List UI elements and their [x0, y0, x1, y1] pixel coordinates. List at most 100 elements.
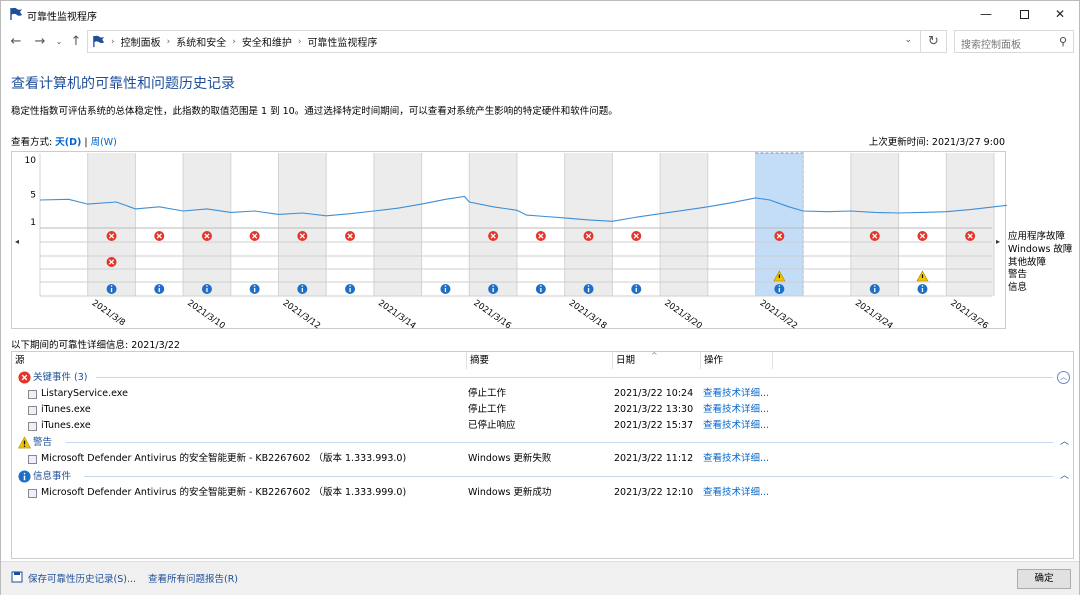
back-button[interactable]: ← — [7, 33, 25, 51]
y-tick-label: 10 — [25, 156, 37, 166]
app-icon — [28, 406, 37, 415]
breadcrumb-control-panel[interactable]: 控制面板 — [121, 34, 161, 49]
up-button[interactable]: ↑ — [67, 33, 85, 51]
close-button[interactable]: ✕ — [1037, 1, 1080, 27]
reliability-chart-svg: 10 5 1 2021/3/8 2021/3/10 2021/3/12 2021/3/14 2… — [15, 152, 1007, 330]
date-tick-label: 2021/3/10 — [185, 298, 226, 330]
address-row: ← → ⌄ ↑ › 控制面板 › 系统和安全 › 安全和维护 › 可靠性监视程序… — [1, 29, 1079, 55]
breadcrumb-separator: › — [232, 36, 236, 47]
row-label-windows-failures: Windows 故障 — [1008, 243, 1073, 255]
flag-icon — [10, 7, 22, 20]
collapse-icon[interactable]: ︿ — [1060, 434, 1069, 451]
info-icon-dot — [253, 285, 256, 287]
info-icon-dot — [635, 285, 638, 287]
cell-source: Microsoft Defender Antivirus 的安全智能更新 - K… — [41, 487, 407, 498]
info-icon-dot — [206, 285, 208, 287]
group-label: 信息事件 — [33, 471, 72, 482]
date-tick-label: 2021/3/18 — [567, 298, 608, 330]
cell-source: iTunes.exe — [41, 420, 91, 431]
group-label: 关键事件 (3) — [33, 372, 88, 383]
info-icon-dot — [778, 285, 781, 287]
column-header-date-label: 日期 — [616, 355, 636, 366]
date-tick-label: 2021/3/14 — [376, 298, 417, 330]
save-history-link[interactable]: 保存可靠性历史记录(S)... — [28, 571, 136, 585]
date-tick-label: 2021/3/24 — [853, 298, 894, 330]
view-all-reports-link[interactable]: 查看所有问题报告(R) — [148, 571, 238, 585]
table-row[interactable]: Microsoft Defender Antivirus 的安全智能更新 - K… — [12, 451, 1073, 467]
cell-summary: Windows 更新失败 — [468, 453, 552, 464]
refresh-button[interactable]: ↻ — [921, 30, 947, 53]
table-row[interactable]: Microsoft Defender Antivirus 的安全智能更新 - K… — [12, 485, 1073, 501]
details-title: 以下期间的可靠性详细信息: 2021/3/22 — [11, 340, 180, 351]
breadcrumb-reliability-monitor[interactable]: 可靠性监视程序 — [307, 34, 377, 49]
info-icon-dot — [110, 285, 113, 287]
cell-summary: Windows 更新成功 — [468, 487, 552, 498]
group-critical-events[interactable]: 关键事件 (3) ︿ — [12, 369, 1073, 386]
save-icon — [11, 571, 23, 583]
collapse-icon[interactable]: ︿ — [1060, 468, 1069, 485]
table-row[interactable]: ListaryService.exe 停止工作 2021/3/22 10:24 … — [12, 386, 1073, 402]
page-description: 稳定性指数可评估系统的总体稳定性，此指数的取值范围是 1 到 10。通过选择特定… — [11, 106, 618, 117]
info-icon-dot — [301, 285, 304, 287]
y-tick-label: 1 — [30, 218, 36, 228]
day-column-shade — [183, 153, 231, 296]
info-icon-dot — [921, 285, 924, 287]
scroll-right-icon[interactable]: ▸ — [996, 237, 1000, 246]
row-label-other-failures: 其他故障 — [1008, 256, 1047, 268]
view-by-separator: | — [84, 137, 88, 148]
view-by-week-link[interactable]: 周(W) — [91, 137, 117, 148]
app-icon — [28, 390, 37, 399]
refresh-icon: ↻ — [928, 34, 939, 49]
table-row[interactable]: iTunes.exe 已停止响应 2021/3/22 15:37 查看技术详细.… — [12, 418, 1073, 434]
app-icon — [28, 422, 37, 431]
view-by-label: 查看方式: — [11, 137, 53, 148]
warning-icon — [18, 436, 31, 449]
search-input[interactable]: 搜索控制面板 ⚲ — [954, 30, 1074, 53]
table-row[interactable]: iTunes.exe 停止工作 2021/3/22 13:30 查看技术详细..… — [12, 402, 1073, 418]
maximize-icon — [1019, 9, 1029, 19]
cell-summary: 停止工作 — [468, 404, 507, 415]
forward-arrow-icon: → — [34, 34, 46, 49]
breadcrumb-system-security[interactable]: 系统和安全 — [176, 34, 226, 49]
breadcrumb-separator: › — [297, 36, 302, 47]
search-icon: ⚲ — [1058, 35, 1067, 48]
info-icon-dot — [158, 285, 161, 287]
recent-pages-button[interactable]: ⌄ — [50, 33, 68, 51]
title-bar: 可靠性监视程序 — ✕ — [1, 1, 1079, 27]
close-icon: ✕ — [1054, 7, 1066, 21]
cell-date: 2021/3/22 11:12 — [614, 453, 694, 464]
group-info-events[interactable]: 信息事件 ︿ — [12, 468, 1073, 485]
breadcrumb-security-maintenance[interactable]: 安全和维护 — [242, 34, 292, 49]
view-technical-details-link[interactable]: 查看技术详细... — [703, 451, 769, 467]
address-bar[interactable]: › 控制面板 › 系统和安全 › 安全和维护 › 可靠性监视程序 ⌄ — [87, 30, 921, 53]
ok-button[interactable]: 确定 — [1017, 569, 1071, 589]
last-updated: 上次更新时间: 2021/3/27 9:00 — [868, 137, 1005, 148]
column-header-source[interactable]: 源 — [12, 352, 467, 369]
address-dropdown-icon[interactable]: ⌄ — [904, 35, 912, 45]
forward-button[interactable]: → — [31, 33, 49, 51]
group-warnings[interactable]: 警告 ︿ — [12, 434, 1073, 451]
scroll-left-icon[interactable]: ◂ — [15, 237, 19, 246]
reliability-chart[interactable]: 10 5 1 2021/3/8 2021/3/10 2021/3/12 2021/3/14 2… — [11, 151, 1007, 330]
collapse-icon[interactable]: ︿ — [1057, 371, 1070, 384]
info-icon-dot — [444, 285, 447, 287]
column-header-date[interactable]: 日期 ^ — [613, 352, 701, 369]
day-column-shade — [946, 153, 994, 296]
info-icon-dot — [587, 285, 590, 287]
view-by-day-link[interactable]: 天(D) — [55, 137, 81, 148]
column-header-action[interactable]: 操作 — [701, 352, 773, 369]
view-technical-details-link[interactable]: 查看技术详细... — [703, 402, 769, 418]
reliability-monitor-window: 可靠性监视程序 — ✕ ← → ⌄ ↑ › 控制面板 › 系统和安全 › 安全和… — [0, 0, 1080, 595]
view-by: 查看方式: 天(D) | 周(W) — [11, 134, 117, 148]
day-column-shade — [850, 153, 899, 296]
view-technical-details-link[interactable]: 查看技术详细... — [703, 485, 769, 501]
column-header-summary[interactable]: 摘要 — [467, 352, 613, 369]
cell-date: 2021/3/22 10:24 — [614, 388, 694, 399]
chart-row-labels: 应用程序故障 Windows 故障 其他故障 警告 信息 — [1008, 231, 1072, 295]
cell-source: Microsoft Defender Antivirus 的安全智能更新 - K… — [41, 453, 407, 464]
minimize-icon: — — [980, 7, 992, 21]
view-technical-details-link[interactable]: 查看技术详细... — [703, 386, 769, 402]
cell-date: 2021/3/22 12:10 — [614, 487, 694, 498]
day-column-shade — [278, 153, 327, 296]
view-technical-details-link[interactable]: 查看技术详细... — [703, 418, 769, 434]
